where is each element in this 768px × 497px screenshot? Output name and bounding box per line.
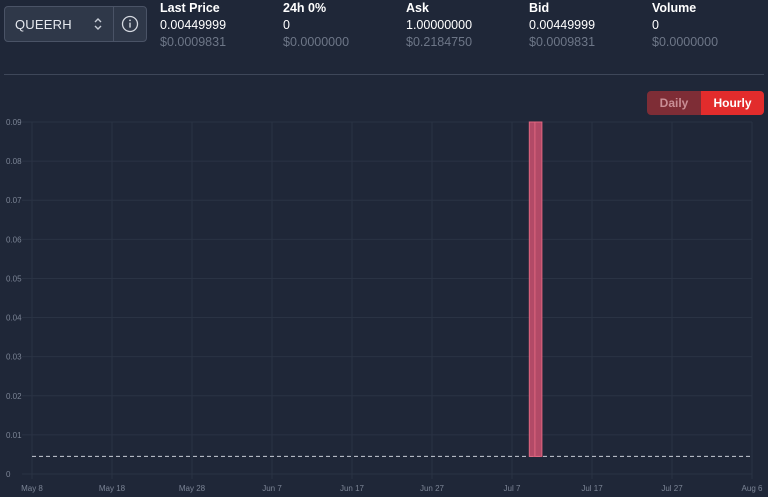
stat-ask: Ask 1.00000000 $0.2184750 [406, 1, 472, 50]
y-tick-label: 0.02 [6, 392, 22, 401]
chart-grid [22, 121, 753, 479]
x-tick-label: May 8 [21, 484, 43, 493]
x-tick-label: Jun 7 [262, 484, 282, 493]
x-axis: May 8 May 18 May 28 Jun 7 Jun 17 Jun 27 Jul 7 J… [21, 484, 763, 493]
y-tick-label: 0.03 [6, 353, 22, 362]
x-tick-label: May 28 [179, 484, 206, 493]
x-tick-label: Jun 17 [340, 484, 365, 493]
x-tick-label: May 18 [99, 484, 126, 493]
header-divider [4, 74, 764, 75]
pair-label: QUEERH [15, 16, 72, 32]
y-tick-label: 0.09 [6, 118, 22, 127]
pair-selector: QUEERH [4, 6, 147, 42]
x-tick-label: Jul 7 [504, 484, 521, 493]
stat-value: 1.00000000 [406, 18, 473, 32]
stat-usd: $0.0009831 [160, 35, 227, 49]
pair-select[interactable]: QUEERH [5, 7, 114, 41]
interval-toggle: Daily Hourly [647, 91, 764, 115]
chart-bars [528, 121, 543, 457]
chevron-up-down-icon [94, 18, 102, 30]
price-chart: 0 0.01 0.02 0.03 0.04 0.05 0.06 0.07 0.08 0.09 Ma… [6, 118, 763, 493]
stat-value: 0 [283, 18, 290, 32]
stat-24h-change: 24h 0% 0 $0.0000000 [283, 1, 349, 50]
y-tick-label: 0.07 [6, 196, 22, 205]
stat-usd: $0.0009831 [529, 35, 596, 49]
info-circle-icon [121, 15, 139, 33]
stat-usd: $0.0000000 [283, 35, 350, 49]
stat-label: Last Price [160, 1, 220, 15]
stat-label: 24h 0% [283, 1, 327, 15]
y-tick-label: 0.01 [6, 431, 22, 440]
x-tick-label: Jun 27 [420, 484, 445, 493]
x-tick-label: Aug 6 [742, 484, 763, 493]
y-tick-label: 0.04 [6, 314, 22, 323]
y-tick-label: 0.06 [6, 235, 22, 244]
stat-label: Bid [529, 1, 550, 15]
stat-label: Ask [406, 1, 429, 15]
y-axis: 0 0.01 0.02 0.03 0.04 0.05 0.06 0.07 0.08 0.09 [6, 118, 22, 479]
stat-usd: $0.2184750 [406, 35, 473, 49]
y-tick-label: 0.08 [6, 157, 22, 166]
stat-usd: $0.0000000 [652, 35, 719, 49]
x-tick-label: Jul 17 [581, 484, 603, 493]
hourly-toggle-button[interactable]: Hourly [701, 91, 764, 115]
stat-volume: Volume 0 $0.0000000 [652, 1, 718, 50]
stat-bid: Bid 0.00449999 $0.0009831 [529, 1, 595, 50]
stat-value: 0.00449999 [529, 18, 596, 32]
y-tick-label: 0.05 [6, 274, 22, 283]
stat-value: 0 [652, 18, 659, 32]
stat-last-price: Last Price 0.00449999 $0.0009831 [160, 1, 226, 50]
info-button[interactable] [114, 7, 146, 41]
price-bar [534, 121, 543, 457]
x-tick-label: Jul 27 [661, 484, 683, 493]
y-tick-label: 0 [6, 470, 11, 479]
stat-label: Volume [652, 1, 697, 15]
daily-toggle-button[interactable]: Daily [647, 91, 701, 115]
stat-value: 0.00449999 [160, 18, 227, 32]
